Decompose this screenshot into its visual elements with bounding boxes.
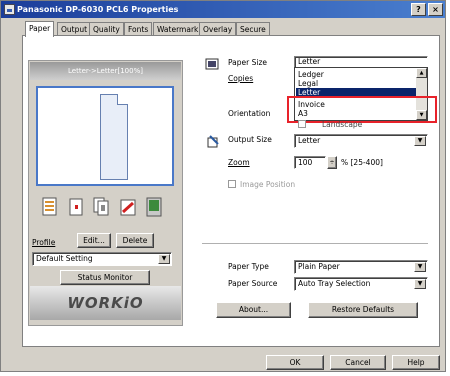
help-button[interactable]: Help bbox=[392, 355, 440, 370]
about-button[interactable]: About... bbox=[216, 302, 291, 318]
tab-watermark[interactable]: Watermark bbox=[153, 22, 203, 36]
tray-icon[interactable] bbox=[144, 196, 164, 218]
zoom-range-label: % [25-400] bbox=[341, 158, 383, 167]
output-size-label: Output Size bbox=[228, 135, 272, 144]
paper-size-icon bbox=[205, 58, 219, 70]
profile-label: Profile bbox=[32, 238, 56, 247]
chevron-down-icon[interactable]: ▼ bbox=[414, 279, 426, 289]
profile-value: Default Setting bbox=[36, 254, 93, 263]
chevron-down-icon[interactable]: ▼ bbox=[414, 136, 426, 146]
tab-fonts[interactable]: Fonts bbox=[124, 22, 153, 36]
orientation-label: Orientation bbox=[228, 109, 271, 118]
copies-icon[interactable] bbox=[92, 196, 112, 218]
help-title-button[interactable]: ? bbox=[411, 3, 426, 16]
tab-quality[interactable]: Quality bbox=[89, 22, 124, 36]
printer-icon bbox=[4, 4, 15, 15]
zoom-stepper[interactable]: ÷ bbox=[327, 156, 337, 169]
paper-preview bbox=[36, 86, 174, 186]
ok-button[interactable]: OK bbox=[266, 355, 324, 370]
title-bar[interactable]: Panasonic DP-6030 PCL6 Properties ? × bbox=[1, 1, 445, 18]
output-size-value: Letter bbox=[298, 136, 321, 145]
paper-sheet-icon bbox=[100, 94, 128, 180]
chevron-down-icon[interactable]: ▼ bbox=[158, 254, 170, 264]
zoom-input[interactable]: 100 bbox=[294, 156, 326, 169]
landscape-radio[interactable] bbox=[298, 120, 306, 128]
paper-type-value: Plain Paper bbox=[298, 262, 340, 271]
list-item[interactable]: Legal bbox=[298, 79, 318, 88]
zoom-label: Zoom bbox=[228, 158, 250, 167]
scroll-up-icon[interactable]: ▲ bbox=[416, 68, 427, 78]
chevron-down-icon[interactable]: ▼ bbox=[414, 262, 426, 272]
workio-logo: WORKiO bbox=[67, 294, 144, 312]
document-icon[interactable] bbox=[40, 196, 60, 218]
preview-caption: Letter->Letter[100%] bbox=[30, 62, 181, 80]
edit-profile-button[interactable]: Edit... bbox=[77, 233, 111, 248]
divider bbox=[202, 243, 428, 244]
output-size-icon bbox=[207, 135, 219, 148]
delete-profile-button[interactable]: Delete bbox=[116, 233, 154, 248]
paper-type-select[interactable]: Plain Paper ▼ bbox=[294, 260, 428, 274]
tab-paper[interactable]: Paper bbox=[25, 21, 55, 37]
close-button[interactable]: × bbox=[428, 3, 443, 16]
tab-overlay[interactable]: Overlay bbox=[199, 22, 237, 36]
paper-size-label: Paper Size bbox=[228, 58, 268, 67]
image-position-label: Image Position bbox=[240, 180, 296, 189]
paper-source-label: Paper Source bbox=[228, 279, 278, 288]
restore-defaults-button[interactable]: Restore Defaults bbox=[308, 302, 418, 318]
list-item[interactable]: Ledger bbox=[298, 70, 324, 79]
paper-source-select[interactable]: Auto Tray Selection ▼ bbox=[294, 277, 428, 291]
finisher-icon[interactable] bbox=[118, 196, 138, 218]
cancel-button[interactable]: Cancel bbox=[330, 355, 386, 370]
image-position-checkbox[interactable] bbox=[228, 180, 236, 188]
profile-select[interactable]: Default Setting ▼ bbox=[32, 252, 172, 266]
paper-size-value: Letter bbox=[298, 57, 321, 66]
output-size-select[interactable]: Letter ▼ bbox=[294, 134, 428, 148]
paper-type-label: Paper Type bbox=[228, 262, 269, 271]
copies-label: Copies bbox=[228, 74, 254, 83]
zoom-value: 100 bbox=[298, 158, 313, 167]
highlight-box bbox=[287, 96, 437, 123]
brand-bar: WORKiO bbox=[30, 286, 181, 320]
tab-secure[interactable]: Secure bbox=[236, 22, 270, 36]
status-monitor-button[interactable]: Status Monitor bbox=[60, 270, 150, 285]
tab-output[interactable]: Output bbox=[57, 22, 92, 36]
paper-source-value: Auto Tray Selection bbox=[298, 279, 371, 288]
window-title: Panasonic DP-6030 PCL6 Properties bbox=[17, 5, 179, 14]
landscape-label: Landscape bbox=[322, 120, 363, 129]
card-icon[interactable] bbox=[66, 196, 86, 218]
